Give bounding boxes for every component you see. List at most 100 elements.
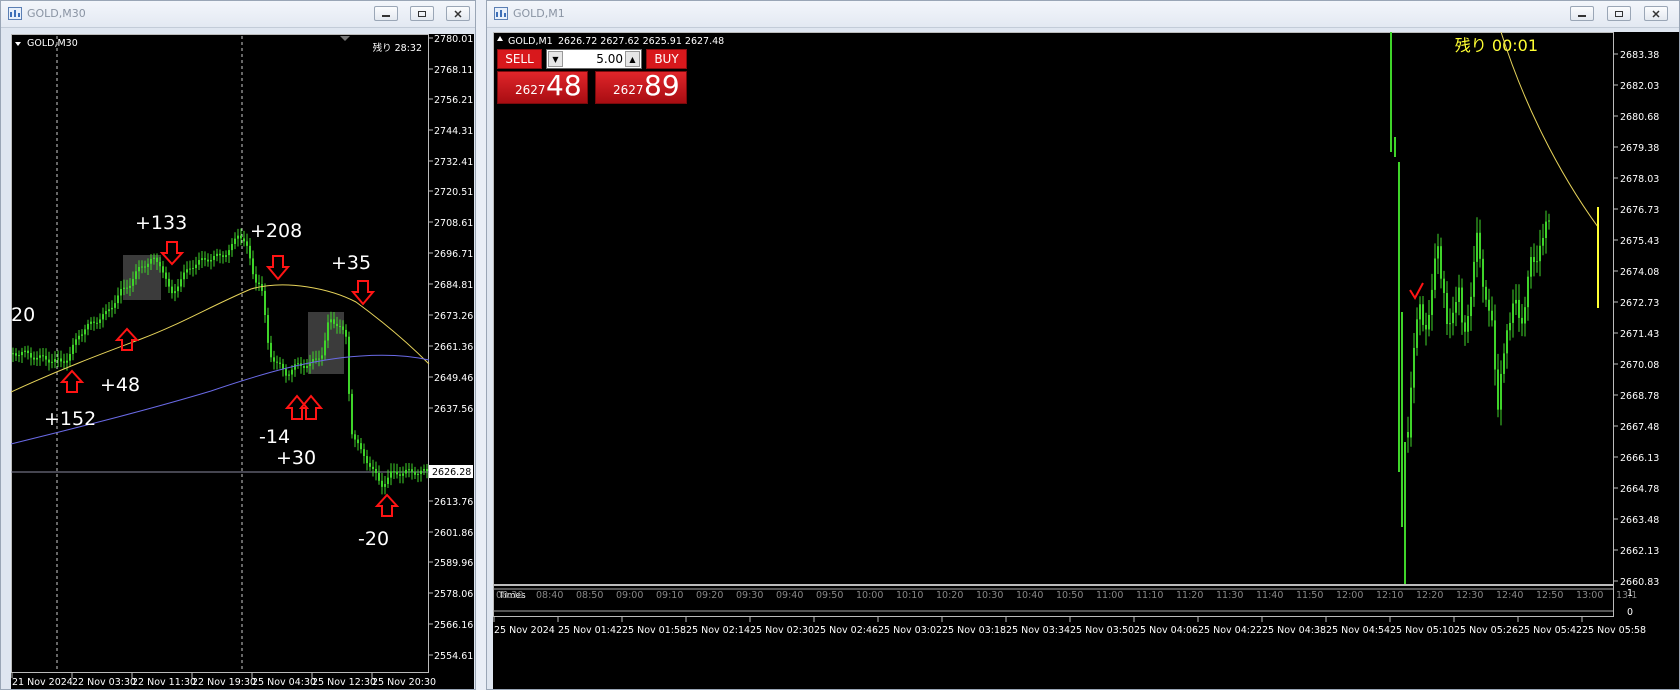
candle-body xyxy=(159,261,161,267)
minimize-button[interactable] xyxy=(1570,6,1594,21)
indicator-time-label: 10:20 xyxy=(936,590,963,601)
shift-marker-icon[interactable] xyxy=(340,36,350,41)
candle-body xyxy=(1458,287,1460,302)
price-tick-label: 2554.61 xyxy=(434,651,473,662)
candle-body xyxy=(1491,310,1493,321)
close-button[interactable] xyxy=(1644,6,1668,21)
candle-body xyxy=(123,287,125,290)
restore-icon xyxy=(418,10,426,17)
indicator-time-label: 10:10 xyxy=(896,590,923,601)
annotation: +35 xyxy=(331,252,371,274)
price-tick-label: 2674.08 xyxy=(1620,267,1659,278)
chart-area[interactable]: GOLD,M1 2626.72 2627.62 2625.91 2627.48 … xyxy=(493,32,1679,689)
candle-body xyxy=(201,258,203,261)
collapse-triangle-icon[interactable] xyxy=(497,36,503,41)
price-tick-label: 2720.51 xyxy=(434,187,473,198)
indicator-time-label: 10:50 xyxy=(1056,590,1083,601)
price-axis: 2780.01 2768.11 2756.21 2744.31 2732.41 2720.… xyxy=(429,34,473,662)
sell-button[interactable]: SELL xyxy=(497,49,542,69)
indicator-time-label: 09:10 xyxy=(656,590,683,601)
indicator-time-label: 11:10 xyxy=(1136,590,1163,601)
lot-increase-button[interactable]: ▲ xyxy=(625,51,640,67)
buy-button[interactable]: BUY xyxy=(646,49,687,69)
candle-body xyxy=(1413,347,1415,388)
candle-body xyxy=(1488,299,1490,311)
candle-body xyxy=(198,260,200,265)
candle-body xyxy=(102,314,104,320)
chart-svg[interactable]: GOLD,M1 2626.72 2627.62 2625.91 2627.48 … xyxy=(493,32,1679,689)
candle-body xyxy=(1422,304,1424,325)
lot-size-input[interactable]: 5.00 xyxy=(565,52,623,66)
sell-arrow-icon xyxy=(265,255,291,281)
chart-area[interactable]: GOLD,M30 残り 28:32 20 +133 +208 +35 +48 +… xyxy=(11,34,474,689)
candle-body xyxy=(354,434,356,440)
candle-body xyxy=(351,393,353,435)
candle-body xyxy=(420,470,422,475)
candle-body xyxy=(381,480,383,487)
indicator-time-label: 12:10 xyxy=(1376,590,1403,601)
price-tick-label: 2613.76 xyxy=(434,497,473,508)
candle-body xyxy=(402,473,404,476)
time-tick-label: 25 Nov 2024 xyxy=(494,625,555,636)
annotation: +30 xyxy=(276,447,316,469)
candle-body xyxy=(1503,353,1505,374)
candle-body xyxy=(1434,258,1436,290)
candle-body xyxy=(240,235,242,239)
time-tick-label: 25 Nov 04:54 xyxy=(1326,625,1390,636)
price-tick-label: 2708.61 xyxy=(434,218,473,229)
candle-body xyxy=(1479,232,1481,259)
bid-price-button[interactable]: 2627 48 xyxy=(497,69,588,104)
annotation: +208 xyxy=(250,220,302,242)
restore-button[interactable] xyxy=(410,6,434,21)
candle-body xyxy=(291,369,293,375)
candle-body xyxy=(237,235,239,239)
candle-body xyxy=(96,322,98,324)
candle-body xyxy=(270,342,272,358)
time-tick-label: 25 Nov 04:38 xyxy=(1262,625,1326,636)
candle-body xyxy=(24,350,26,352)
window-titlebar[interactable]: GOLD,M30 xyxy=(1,1,475,28)
candle-body xyxy=(1410,387,1412,438)
candle-body xyxy=(147,263,149,267)
restore-button[interactable] xyxy=(1607,6,1631,21)
candle-body xyxy=(180,279,182,287)
price-tick-label: 2601.86 xyxy=(434,528,473,539)
one-click-trading-panel[interactable]: SELL ▼ 5.00 ▲ BUY 2627 48 2627 89 xyxy=(497,49,694,104)
window-titlebar[interactable]: GOLD,M1 xyxy=(487,1,1679,28)
candle-body xyxy=(1518,299,1520,318)
candle-body xyxy=(57,358,59,360)
moving-average-slow xyxy=(11,354,430,445)
candle-body xyxy=(183,272,185,280)
dropdown-triangle-icon[interactable] xyxy=(15,42,21,46)
chart-svg[interactable]: GOLD,M30 残り 28:32 20 +133 +208 +35 +48 +… xyxy=(11,34,474,689)
price-tick-label: 2780.01 xyxy=(434,34,473,45)
chart-window-gold-m30[interactable]: GOLD,M30 GOLD,M30 残り 28:32 20 +133 +208 … xyxy=(0,0,476,690)
indicator-time-label: 12:40 xyxy=(1496,590,1523,601)
lot-decrease-button[interactable]: ▼ xyxy=(548,51,563,67)
price-tick-label: 2637.56 xyxy=(434,404,473,415)
candle-body xyxy=(417,474,419,476)
candle-body xyxy=(1515,299,1517,304)
ask-price-button[interactable]: 2627 89 xyxy=(595,69,687,104)
candle-body xyxy=(315,358,317,360)
close-icon xyxy=(454,9,462,18)
close-button[interactable] xyxy=(446,6,470,21)
time-tick-label: 25 Nov 05:10 xyxy=(1390,625,1454,636)
chart-window-gold-m1[interactable]: GOLD,M1 GOLD,M1 2626.72 2627.62 2625.91 … xyxy=(486,0,1680,690)
time-tick-label: 25 Nov 02:46 xyxy=(814,625,878,636)
candle-body xyxy=(423,469,425,471)
sell-arrow-icon xyxy=(350,280,376,306)
lot-size-stepper[interactable]: ▼ 5.00 ▲ xyxy=(546,49,642,69)
minimize-button[interactable] xyxy=(374,6,398,21)
candle-body xyxy=(339,326,341,328)
candle-body xyxy=(1521,317,1523,324)
candle-body xyxy=(390,471,392,478)
symbol-label: GOLD,M1 xyxy=(508,36,553,47)
candle-body xyxy=(156,257,158,262)
candle-body xyxy=(1431,289,1433,315)
candle-body xyxy=(60,358,62,362)
price-tick-label: 2673.26 xyxy=(434,311,473,322)
candle-body xyxy=(219,253,221,256)
candle-body xyxy=(1485,286,1487,300)
bid-price-prefix: 2627 xyxy=(515,83,546,97)
